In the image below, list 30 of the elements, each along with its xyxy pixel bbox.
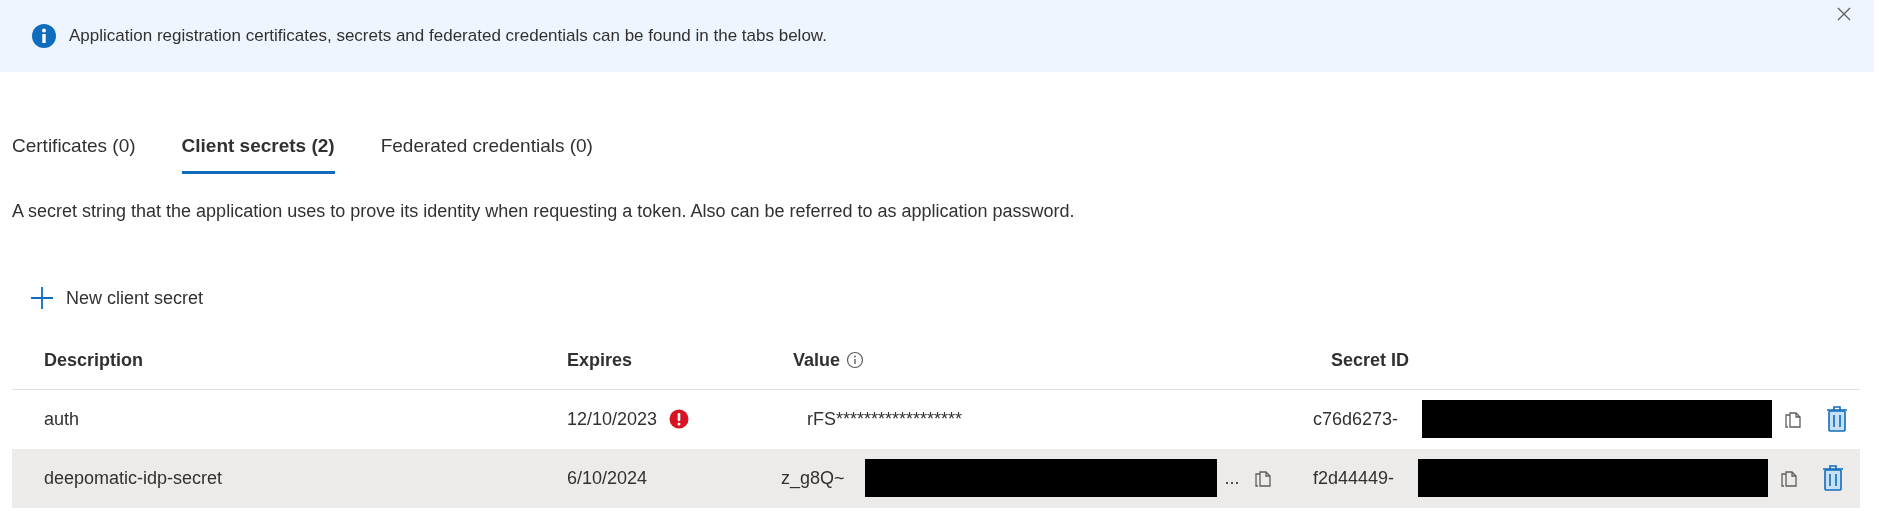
table-cell-text: f2d44449-	[1313, 466, 1395, 490]
delete-icon[interactable]	[1822, 464, 1845, 492]
table-cell-text: c76d6273-	[1313, 407, 1399, 431]
table-row[interactable]: deepomatic-idp-secret 6/10/2024 z_g8Q~ ... f2d44449-	[12, 448, 1860, 508]
table-cell-text: rFS******************	[807, 407, 963, 431]
column-header: Secret ID	[1331, 348, 1410, 372]
table-cell-text: 12/10/2023	[567, 407, 658, 431]
table-cell: auth	[44, 408, 80, 429]
close-icon	[1836, 6, 1852, 22]
ellipsis-text: ...	[1224, 466, 1240, 490]
plus-icon	[30, 286, 54, 310]
column-header: Value	[793, 348, 841, 372]
table-row[interactable]: auth 12/10/2023 rFS****************** c76d6273-	[12, 389, 1860, 449]
copy-icon[interactable]	[1253, 468, 1272, 488]
tab[interactable]: Client secrets (2)	[181, 120, 335, 174]
column-header: Description	[44, 349, 144, 370]
delete-icon[interactable]	[1826, 405, 1849, 433]
banner-message: Application registration certificates, secrets and federated credentials can be found in the tabs below.	[69, 25, 827, 48]
info-icon	[846, 351, 865, 369]
tab[interactable]: Federated credentials (0)	[380, 120, 593, 174]
column-header: Expires	[567, 348, 633, 372]
description-text: A secret string that the application uses to prove its identity when requesting a token. Also can be referred to as application password.	[12, 199, 1076, 223]
table-cell: deepomatic-idp-secret	[44, 467, 223, 488]
table-cell-text: z_g8Q~	[781, 466, 845, 491]
copy-icon[interactable]	[1784, 409, 1803, 429]
new-client-secret-button[interactable]: New client secret	[26, 280, 208, 316]
copy-icon[interactable]	[1780, 468, 1799, 488]
tab[interactable]: Certificates (0)	[12, 120, 136, 174]
info-icon	[31, 23, 57, 49]
table-cell-text: 6/10/2024	[567, 466, 648, 490]
